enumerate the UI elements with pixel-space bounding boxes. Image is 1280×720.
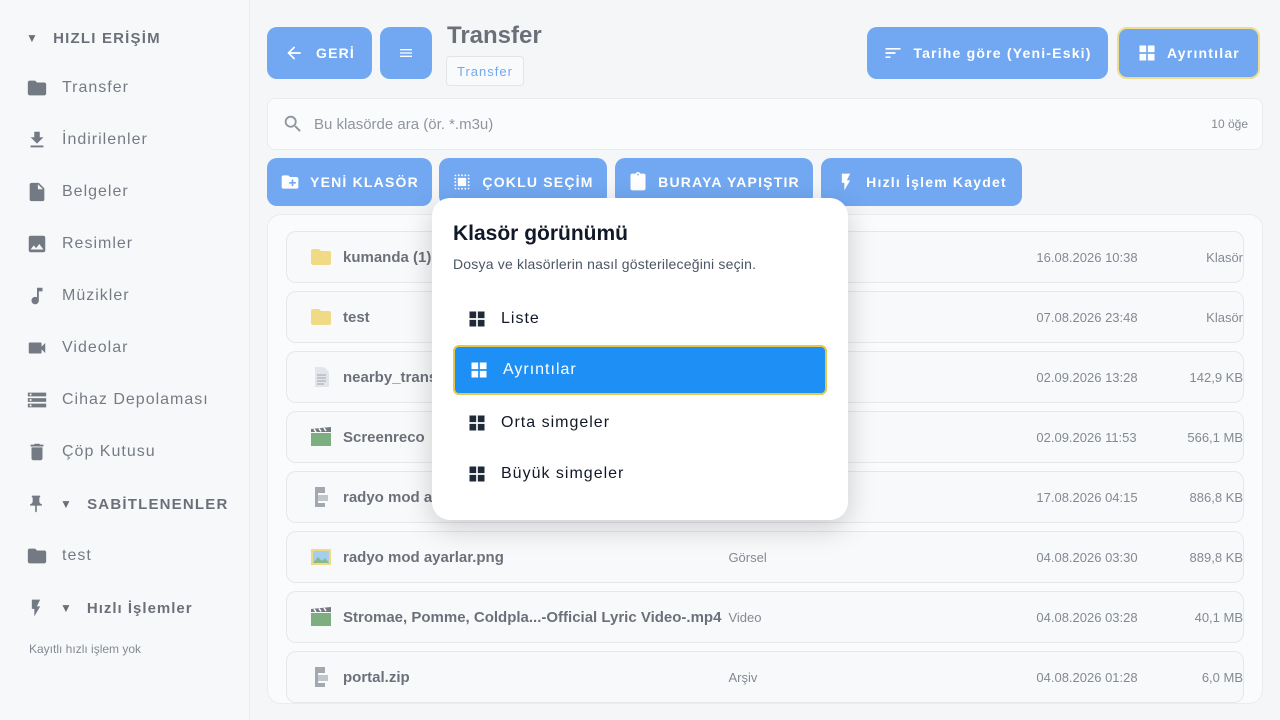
grid-icon	[469, 466, 485, 482]
view-option-label: Liste	[501, 310, 540, 327]
view-option-label: Ayrıntılar	[503, 361, 577, 378]
dialog-title: Klasör görünümü	[453, 222, 629, 245]
view-option-medium-icons[interactable]: Orta simgeler	[453, 398, 827, 448]
view-option-label: Orta simgeler	[501, 414, 611, 431]
dialog-subtitle: Dosya ve klasörlerin nasıl gösterileceği…	[453, 256, 757, 272]
view-option-details[interactable]: Ayrıntılar	[453, 345, 827, 395]
view-option-label: Büyük simgeler	[501, 465, 625, 482]
grid-icon	[469, 415, 485, 431]
folder-view-dialog: Klasör görünümü Dosya ve klasörlerin nas…	[432, 198, 848, 520]
view-option-list[interactable]: Liste	[453, 294, 827, 344]
view-option-large-icons[interactable]: Büyük simgeler	[453, 449, 827, 499]
grid-icon	[471, 362, 487, 378]
grid-icon	[469, 311, 485, 327]
